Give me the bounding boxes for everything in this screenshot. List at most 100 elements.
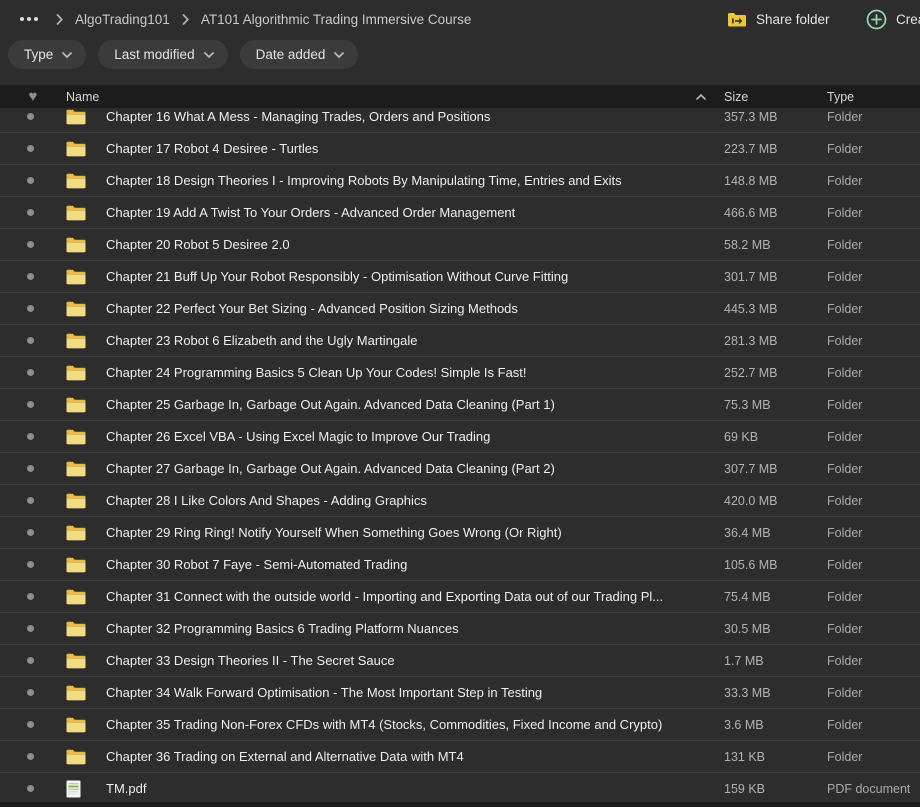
file-row[interactable]: Chapter 22 Perfect Your Bet Sizing - Adv… xyxy=(0,293,920,325)
column-header-name[interactable]: Name xyxy=(66,90,724,104)
favorite-dot-icon[interactable] xyxy=(27,369,34,376)
favorite-dot-icon[interactable] xyxy=(27,657,34,664)
file-row[interactable]: Chapter 34 Walk Forward Optimisation - T… xyxy=(0,677,920,709)
favorite-dot-icon[interactable] xyxy=(27,209,34,216)
file-type: Folder xyxy=(827,654,920,668)
file-row[interactable]: Chapter 29 Ring Ring! Notify Yourself Wh… xyxy=(0,517,920,549)
favorite-dot-icon[interactable] xyxy=(27,593,34,600)
file-type: Folder xyxy=(827,142,920,156)
favorite-dot-icon[interactable] xyxy=(27,465,34,472)
file-row[interactable]: Chapter 32 Programming Basics 6 Trading … xyxy=(0,613,920,645)
favorite-dot-icon[interactable] xyxy=(27,145,34,152)
favorite-dot-icon[interactable] xyxy=(27,529,34,536)
file-size: 307.7 MB xyxy=(724,462,827,476)
favorite-cell xyxy=(0,241,66,248)
heart-icon: ♥ xyxy=(29,89,38,104)
file-row[interactable]: Chapter 17 Robot 4 Desiree - Turtles 223… xyxy=(0,133,920,165)
column-header-size[interactable]: Size xyxy=(724,90,827,104)
chevron-down-icon xyxy=(204,52,214,58)
file-size: 466.6 MB xyxy=(724,206,827,220)
favorite-dot-icon[interactable] xyxy=(27,497,34,504)
file-row[interactable]: Chapter 36 Trading on External and Alter… xyxy=(0,741,920,773)
file-icon-cell xyxy=(66,461,106,477)
file-type: Folder xyxy=(827,366,920,380)
file-name: Chapter 25 Garbage In, Garbage Out Again… xyxy=(106,397,724,412)
share-folder-button[interactable]: Share folder xyxy=(727,0,830,38)
file-row[interactable]: Chapter 33 Design Theories II - The Secr… xyxy=(0,645,920,677)
favorite-dot-icon[interactable] xyxy=(27,401,34,408)
ellipsis-dot xyxy=(27,17,31,21)
file-row[interactable]: Chapter 21 Buff Up Your Robot Responsibl… xyxy=(0,261,920,293)
favorite-dot-icon[interactable] xyxy=(27,241,34,248)
file-row[interactable]: Chapter 25 Garbage In, Garbage Out Again… xyxy=(0,389,920,421)
favorite-dot-icon[interactable] xyxy=(27,561,34,568)
file-name: Chapter 30 Robot 7 Faye - Semi-Automated… xyxy=(106,557,724,572)
filter-last-modified-dropdown[interactable]: Last modified xyxy=(98,40,227,69)
file-row[interactable]: Chapter 23 Robot 6 Elizabeth and the Ugl… xyxy=(0,325,920,357)
favorite-dot-icon[interactable] xyxy=(27,305,34,312)
folder-icon xyxy=(66,429,86,445)
file-icon-cell xyxy=(66,429,106,445)
favorite-dot-icon[interactable] xyxy=(27,177,34,184)
favorite-dot-icon[interactable] xyxy=(27,113,34,120)
file-row[interactable]: Chapter 28 I Like Colors And Shapes - Ad… xyxy=(0,485,920,517)
filter-type-dropdown[interactable]: Type xyxy=(8,40,86,69)
ellipsis-dot xyxy=(34,17,38,21)
file-row[interactable]: Chapter 18 Design Theories I - Improving… xyxy=(0,165,920,197)
breadcrumb-overflow-button[interactable] xyxy=(14,11,44,27)
file-name: Chapter 35 Trading Non-Forex CFDs with M… xyxy=(106,717,724,732)
filter-bar: Type Last modified Date added xyxy=(8,40,358,69)
breadcrumb-item-current[interactable]: AT101 Algorithmic Trading Immersive Cour… xyxy=(201,12,472,27)
filter-date-added-dropdown[interactable]: Date added xyxy=(240,40,359,69)
pdf-icon xyxy=(66,780,81,798)
favorite-dot-icon[interactable] xyxy=(27,721,34,728)
create-button[interactable]: Create xyxy=(866,0,920,38)
favorite-dot-icon[interactable] xyxy=(27,785,34,792)
folder-icon xyxy=(66,493,86,509)
favorite-cell xyxy=(0,401,66,408)
file-size: 1.7 MB xyxy=(724,654,827,668)
file-name: Chapter 31 Connect with the outside worl… xyxy=(106,589,724,604)
file-row[interactable]: Chapter 24 Programming Basics 5 Clean Up… xyxy=(0,357,920,389)
breadcrumb-item-parent[interactable]: AlgoTrading101 xyxy=(75,12,170,27)
sort-ascending-icon xyxy=(696,94,706,100)
favorite-cell xyxy=(0,113,66,120)
file-name: Chapter 23 Robot 6 Elizabeth and the Ugl… xyxy=(106,333,724,348)
file-size: 69 KB xyxy=(724,430,827,444)
favorite-dot-icon[interactable] xyxy=(27,753,34,760)
folder-icon xyxy=(66,685,86,701)
file-row[interactable]: Chapter 27 Garbage In, Garbage Out Again… xyxy=(0,453,920,485)
favorite-dot-icon[interactable] xyxy=(27,689,34,696)
column-header-favorite[interactable]: ♥ xyxy=(0,89,66,104)
folder-icon xyxy=(66,653,86,669)
favorite-dot-icon[interactable] xyxy=(27,433,34,440)
favorite-dot-icon[interactable] xyxy=(27,337,34,344)
favorite-cell xyxy=(0,305,66,312)
file-type: Folder xyxy=(827,494,920,508)
folder-icon xyxy=(66,717,86,733)
file-row[interactable]: Chapter 35 Trading Non-Forex CFDs with M… xyxy=(0,709,920,741)
file-icon-cell xyxy=(66,557,106,573)
file-row[interactable]: Chapter 30 Robot 7 Faye - Semi-Automated… xyxy=(0,549,920,581)
file-row[interactable]: TM.pdf 159 KB PDF document xyxy=(0,773,920,805)
file-row[interactable]: Chapter 26 Excel VBA - Using Excel Magic… xyxy=(0,421,920,453)
file-size: 252.7 MB xyxy=(724,366,827,380)
folder-icon xyxy=(66,749,86,765)
filter-type-label: Type xyxy=(24,47,53,62)
file-size: 281.3 MB xyxy=(724,334,827,348)
file-row[interactable]: Chapter 19 Add A Twist To Your Orders - … xyxy=(0,197,920,229)
favorite-cell xyxy=(0,145,66,152)
file-name: TM.pdf xyxy=(106,781,724,796)
column-type-label: Type xyxy=(827,90,854,104)
file-size: 223.7 MB xyxy=(724,142,827,156)
favorite-dot-icon[interactable] xyxy=(27,625,34,632)
file-row[interactable]: Chapter 20 Robot 5 Desiree 2.0 58.2 MB F… xyxy=(0,229,920,261)
file-size: 75.4 MB xyxy=(724,590,827,604)
column-header-type[interactable]: Type xyxy=(827,90,920,104)
favorite-dot-icon[interactable] xyxy=(27,273,34,280)
file-name: Chapter 26 Excel VBA - Using Excel Magic… xyxy=(106,429,724,444)
file-row[interactable]: Chapter 31 Connect with the outside worl… xyxy=(0,581,920,613)
column-name-label: Name xyxy=(66,90,99,104)
file-type: Folder xyxy=(827,462,920,476)
window-bottom-edge xyxy=(0,802,920,807)
